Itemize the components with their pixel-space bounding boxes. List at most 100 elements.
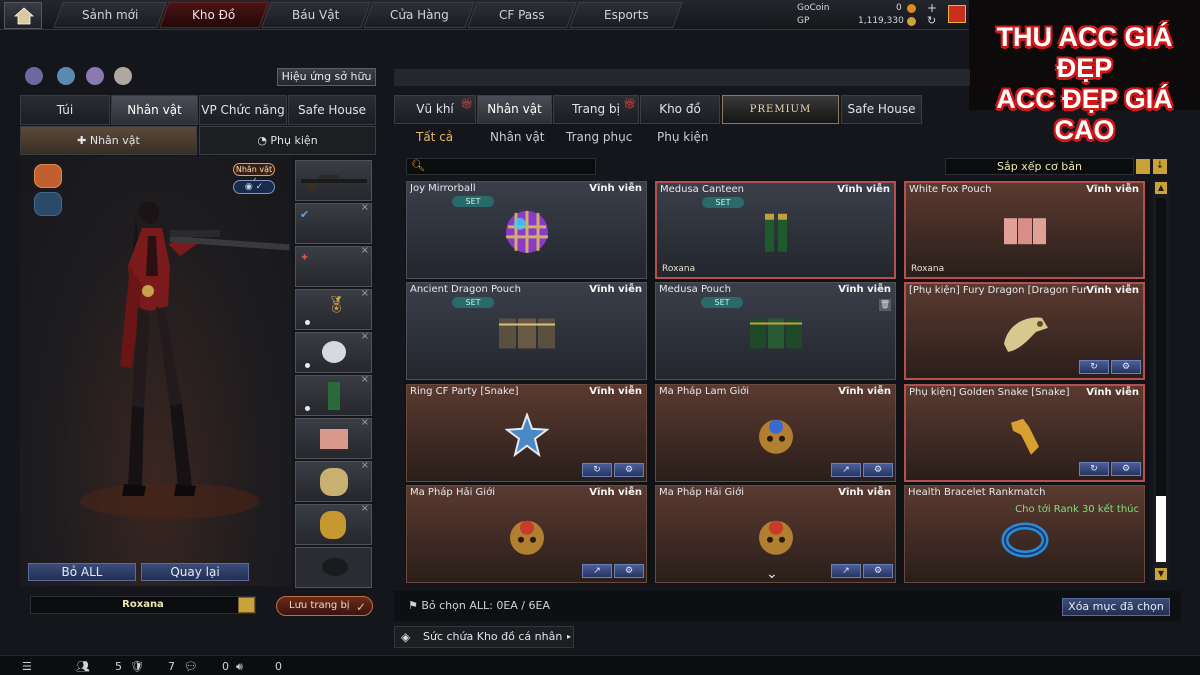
item-card-medusa-canteen[interactable]: Medusa Canteen Vĩnh viễn SET Roxana (655, 181, 896, 279)
scroll-down-icon[interactable]: ▼ (1155, 568, 1167, 580)
slot-weapon[interactable] (295, 160, 372, 201)
apply-button[interactable]: ↗ (831, 564, 861, 578)
chat-icon[interactable]: 💬︎ (184, 660, 198, 673)
item-card-white-fox-pouch[interactable]: White Fox Pouch Vĩnh viễn Roxana (904, 181, 1145, 279)
remove-icon[interactable]: × (361, 417, 369, 428)
remove-icon[interactable]: × (361, 331, 369, 342)
slot-dragon[interactable]: × (295, 460, 372, 502)
tab-characters[interactable]: Nhân vật (477, 95, 552, 124)
slot-medal[interactable]: × 🏅︎ (295, 288, 372, 330)
item-card-ancient-dragon-pouch[interactable]: Ancient Dragon Pouch Vĩnh viễn SET (406, 282, 647, 380)
event-icon[interactable] (948, 5, 966, 23)
apply-button[interactable]: ↗ (582, 564, 612, 578)
wings-icon (322, 341, 346, 363)
subtab-character[interactable]: ✚ Nhân vật (20, 126, 197, 155)
sort-direction-icon[interactable]: ↓ (1153, 159, 1167, 174)
selected-info: ⚑ Bỏ chọn ALL: 0EA / 6EA (408, 599, 550, 612)
tab-equipment[interactable]: Trang bị 🎁︎ (553, 95, 639, 124)
chevron-down-icon[interactable]: ⌄ (766, 566, 778, 582)
slot-pouch[interactable]: × (295, 417, 372, 459)
item-card-golden-snake[interactable]: Phụ kiện] Golden Snake [Snake] Vĩnh viễn … (904, 384, 1145, 482)
search-input[interactable]: 🔍︎ (406, 158, 596, 175)
nav-tab-inventory[interactable]: Kho Đồ (159, 2, 269, 28)
item-card-ma-phap-hai-gioi-2[interactable]: Ma Pháp Hải Giới Vĩnh viễn ⌄ ↗ ⚙ (655, 485, 896, 583)
hierarchy-icon[interactable] (25, 67, 43, 85)
clear-all-button[interactable]: Bỏ ALL (28, 563, 136, 581)
tab-weapons[interactable]: Vũ khí 🎁︎ (394, 95, 476, 124)
save-equipment-button[interactable]: Lưu trang bị ✓ (276, 596, 373, 616)
settings-button[interactable]: ⚙ (614, 463, 644, 477)
friends-icon[interactable]: 👥︎ (76, 660, 90, 673)
nav-tab-shop[interactable]: Cửa Hàng (363, 2, 475, 28)
apply-button[interactable]: ↗ (831, 463, 861, 477)
nav-tab-lobby[interactable]: Sảnh mới (53, 2, 167, 28)
glove-icon[interactable] (114, 67, 132, 85)
remove-icon[interactable]: × (361, 460, 369, 471)
pouch-icon (320, 429, 348, 449)
add-coin-icon[interactable]: + (927, 1, 937, 15)
character-icon[interactable] (86, 67, 104, 85)
item-card-health-bracelet[interactable]: Health Bracelet Rankmatch Cho tới Rank 3… (904, 485, 1145, 583)
filter-character[interactable]: Nhân vật (490, 130, 545, 144)
rotate-button[interactable]: ↻ (582, 463, 612, 477)
character-list-menu-icon[interactable] (238, 597, 255, 613)
remove-icon[interactable]: × (361, 245, 369, 256)
filter-all[interactable]: Tất cả (416, 130, 453, 144)
pouch-icon (1003, 218, 1046, 245)
rotate-button[interactable]: ↻ (1079, 462, 1109, 476)
list-icon[interactable]: ☰ (22, 660, 32, 673)
nav-tab-cf-pass[interactable]: CF Pass (467, 2, 577, 28)
subtab-accessories[interactable]: ◔ Phụ kiện (199, 126, 376, 155)
filter-accessory[interactable]: Phụ kiện (657, 130, 709, 144)
sort-dropdown[interactable]: Sắp xếp cơ bản (945, 158, 1134, 175)
item-card-ring-cf-party[interactable]: Ring CF Party [Snake] Vĩnh viễn ↻ ⚙ (406, 384, 647, 482)
owned-effects-button[interactable]: Hiệu ứng sở hữu (277, 68, 376, 86)
tab-premium[interactable]: PREMIUM (722, 95, 839, 124)
item-card-mirrorball[interactable]: Joy Mirrorball Vĩnh viễn SET (406, 181, 647, 279)
settings-button[interactable]: ⚙ (863, 564, 893, 578)
left-tab-bag[interactable]: Túi (20, 95, 110, 125)
rotate-button[interactable]: ↻ (1079, 360, 1109, 374)
refresh-icon[interactable]: ↻ (927, 14, 936, 27)
item-card-ma-phap-hai-gioi-1[interactable]: Ma Pháp Hải Giới Vĩnh viễn ↗ ⚙ (406, 485, 647, 583)
settings-button[interactable]: ⚙ (1111, 360, 1141, 374)
delete-selected-button[interactable]: Xóa mục đã chọn (1062, 598, 1170, 616)
shield-icon[interactable]: 🛡︎ (130, 660, 144, 673)
trash-icon[interactable]: 🗑︎ (879, 299, 891, 311)
speaker-icon[interactable]: 🔊︎ (236, 660, 243, 674)
remove-icon[interactable]: × (361, 288, 369, 299)
slot-wings[interactable]: × (295, 331, 372, 373)
storage-capacity-button[interactable]: ◈ Sức chứa Kho đồ cá nhân ▸ (394, 626, 574, 648)
item-scrollbar[interactable]: ▲ ▼ (1153, 180, 1169, 582)
slot-empty[interactable] (295, 547, 372, 588)
left-tab-character[interactable]: Nhân vật (111, 95, 198, 125)
settings-button[interactable]: ⚙ (863, 463, 893, 477)
tab-storage[interactable]: Kho đồ (640, 95, 720, 124)
filter-costume[interactable]: Trang phục (566, 130, 632, 144)
slot-3[interactable]: × ✦ (295, 245, 372, 287)
left-tab-safe-house[interactable]: Safe House (288, 95, 376, 125)
scroll-thumb[interactable] (1156, 496, 1166, 562)
eye-filter-icon[interactable] (57, 67, 75, 85)
tab-safe-house[interactable]: Safe House (841, 95, 922, 124)
remove-icon[interactable]: × (361, 202, 369, 213)
scroll-up-icon[interactable]: ▲ (1155, 182, 1167, 194)
slot-2[interactable]: × ✔ (295, 202, 372, 244)
remove-icon[interactable]: × (361, 374, 369, 385)
settings-button[interactable]: ⚙ (1111, 462, 1141, 476)
home-button[interactable] (4, 2, 42, 29)
remove-icon[interactable]: × (361, 503, 369, 514)
character-name-field[interactable]: Roxana (30, 596, 256, 614)
item-card-medusa-pouch[interactable]: Medusa Pouch Vĩnh viễn SET 🗑︎ (655, 282, 896, 380)
left-tab-functional[interactable]: VP Chức năng (199, 95, 287, 125)
scroll-track[interactable] (1156, 198, 1166, 562)
sort-menu-icon[interactable] (1136, 159, 1150, 174)
settings-button[interactable]: ⚙ (614, 564, 644, 578)
slot-snake[interactable]: × (295, 503, 372, 545)
item-card-fury-dragon[interactable]: [Phụ kiện] Fury Dragon [Dragon Fur Vĩnh v… (904, 282, 1145, 380)
slot-canteen[interactable]: × (295, 374, 372, 416)
nav-tab-esports[interactable]: Esports (569, 2, 683, 28)
nav-tab-treasure[interactable]: Báu Vật (261, 2, 371, 28)
back-button[interactable]: Quay lại (141, 563, 249, 581)
item-card-ma-phap-lam-gioi[interactable]: Ma Pháp Lam Giới Vĩnh viễn ↗ ⚙ (655, 384, 896, 482)
